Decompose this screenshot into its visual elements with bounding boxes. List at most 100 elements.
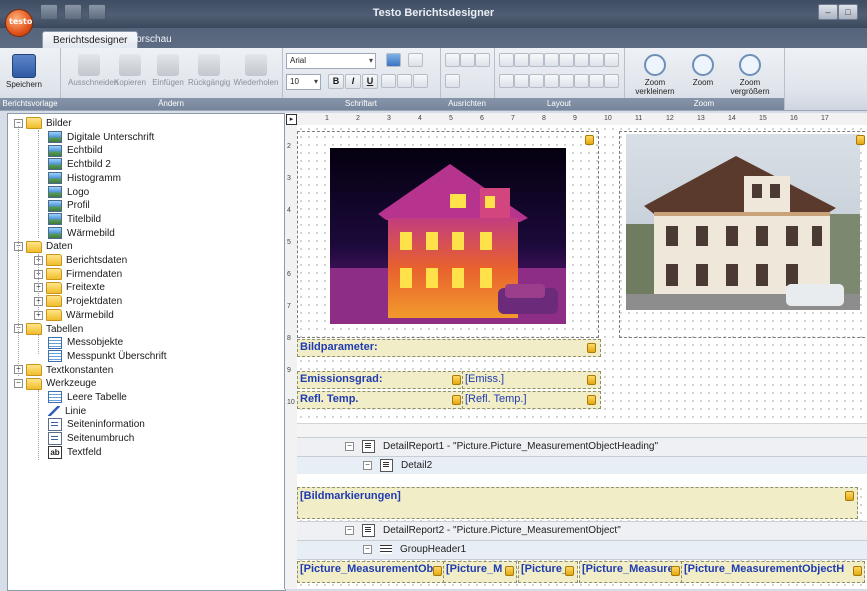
layout-icon-10[interactable]	[514, 74, 529, 88]
align-top-icon[interactable]	[445, 53, 460, 67]
layout-icon-11[interactable]	[529, 74, 544, 88]
tree-item-histogramm[interactable]: Histogramm	[34, 172, 121, 186]
layout-icon-13[interactable]	[559, 74, 574, 88]
tree-item-wärmebild[interactable]: + Wärmebild	[34, 309, 114, 323]
tree-item-textfeld[interactable]: ab Textfeld	[34, 445, 101, 460]
align-middle-icon[interactable]	[460, 53, 475, 67]
anchor-tag-icon[interactable]	[585, 135, 594, 145]
font-family-select[interactable]: Arial	[286, 53, 376, 69]
tab-vorschau[interactable]: Vorschau	[120, 31, 182, 48]
layout-icon-9[interactable]	[499, 74, 514, 88]
align-bottom-icon[interactable]	[475, 53, 490, 67]
bildmarkierungen-field[interactable]: [Bildmarkierungen]	[297, 487, 858, 519]
undo-button[interactable]: Rückgängig	[188, 54, 230, 87]
tree-item-firmendaten[interactable]: + Firmendaten	[34, 268, 122, 282]
anchor-tag-icon[interactable]	[587, 395, 596, 405]
tree-item-echtbild-2[interactable]: Echtbild 2	[34, 158, 111, 172]
ruler-toggle-button[interactable]: ▸	[286, 114, 297, 125]
cut-button[interactable]: Ausschneiden	[68, 54, 118, 87]
layout-icon-12[interactable]	[544, 74, 559, 88]
save-button[interactable]: Speichern	[4, 54, 44, 89]
detail-report2-band[interactable]: − DetailReport2 - "Picture.Picture_Measur…	[297, 521, 867, 541]
tree-item-projektdaten[interactable]: + Projektdaten	[34, 295, 122, 309]
layout-icon-6[interactable]	[574, 53, 589, 67]
justify-icon[interactable]	[445, 74, 460, 88]
app-menu-button[interactable]: testo	[5, 9, 33, 37]
tree-item-daten[interactable]: − Daten	[14, 240, 73, 254]
tree-item-echtbild[interactable]: Echtbild	[34, 144, 103, 158]
anchor-tag-icon[interactable]	[671, 566, 680, 576]
table-cell[interactable]: [Picture_Measure	[579, 561, 683, 583]
tree-item-berichtsdaten[interactable]: + Berichtsdaten	[34, 254, 127, 268]
detail-report1-band[interactable]: − DetailReport1 - "Picture.Picture_Measur…	[297, 437, 867, 457]
anchor-tag-icon[interactable]	[587, 375, 596, 385]
layout-icon-1[interactable]	[499, 53, 514, 67]
layout-icon-3[interactable]	[529, 53, 544, 67]
anchor-tag-icon[interactable]	[856, 135, 865, 145]
paste-button[interactable]: Einfügen	[150, 54, 186, 87]
align-left-icon[interactable]	[381, 74, 396, 88]
font-color-icon[interactable]	[408, 53, 423, 67]
anchor-tag-icon[interactable]	[505, 566, 514, 576]
layout-icon-15[interactable]	[589, 74, 604, 88]
zoom-button[interactable]: Zoom	[690, 54, 716, 87]
detail2-band[interactable]: − Detail2	[297, 456, 867, 476]
refl-temp-label[interactable]: Refl. Temp.	[297, 391, 466, 409]
tree-item-tabellen[interactable]: − Tabellen	[14, 322, 83, 337]
emissionsgrad-label[interactable]: Emissionsgrad:	[297, 371, 466, 389]
maximize-button[interactable]: □	[838, 4, 858, 20]
collapse-icon[interactable]: −	[345, 441, 354, 451]
redo-button[interactable]: Wiederholen	[232, 54, 280, 87]
anchor-tag-icon[interactable]	[452, 395, 461, 405]
layout-icon-8[interactable]	[604, 53, 619, 67]
italic-button[interactable]: I	[345, 74, 361, 89]
layout-icon-4[interactable]	[544, 53, 559, 67]
underline-button[interactable]: U	[362, 74, 378, 89]
align-center-icon[interactable]	[397, 74, 412, 88]
anchor-tag-icon[interactable]	[845, 491, 854, 501]
collapse-icon[interactable]: −	[363, 544, 372, 554]
zoom-out-button[interactable]: Zoom verkleinern	[628, 54, 682, 96]
table-cell[interactable]: [Picture_MeasurementOb	[297, 561, 445, 583]
tree-item-profil[interactable]: Profil	[34, 199, 90, 213]
minimize-button[interactable]: –	[818, 4, 838, 20]
layout-icon-2[interactable]	[514, 53, 529, 67]
font-size-select[interactable]: 10	[286, 74, 321, 90]
layout-icon-5[interactable]	[559, 53, 574, 67]
tree-item-freitexte[interactable]: + Freitexte	[34, 281, 105, 295]
layout-icon-16[interactable]	[604, 74, 619, 88]
real-image-frame[interactable]	[619, 131, 867, 338]
tree-item-seiteninformation[interactable]: Seiteninformation	[34, 418, 145, 432]
bildparameter-label[interactable]: Bildparameter:	[297, 339, 601, 357]
layout-icon-7[interactable]	[589, 53, 604, 67]
anchor-tag-icon[interactable]	[433, 566, 442, 576]
collapse-icon[interactable]: −	[363, 460, 372, 470]
align-right-icon[interactable]	[413, 74, 428, 88]
highlight-color-icon[interactable]	[386, 53, 401, 67]
collapse-icon[interactable]: −	[14, 379, 23, 389]
bold-button[interactable]: B	[328, 74, 344, 89]
tree-item-textkonstanten[interactable]: + Textkonstanten	[14, 363, 113, 378]
anchor-tag-icon[interactable]	[853, 566, 862, 576]
tree-item-wärmebild[interactable]: Wärmebild	[34, 226, 115, 241]
table-cell[interactable]: [Picture_MeasurementObjectH	[681, 561, 865, 583]
tree-item-digitale-unterschrift[interactable]: Digitale Unterschrift	[34, 131, 154, 145]
collapse-icon[interactable]: −	[345, 525, 354, 535]
zoom-in-button[interactable]: Zoom vergrößern	[720, 54, 780, 96]
emiss-value-field[interactable]: [Emiss.]	[462, 371, 601, 389]
tree-item-werkzeuge[interactable]: − Werkzeuge	[14, 377, 96, 391]
tree-item-bilder[interactable]: − Bilder	[14, 117, 72, 131]
tree-item-linie[interactable]: Linie	[34, 405, 86, 419]
anchor-tag-icon[interactable]	[565, 566, 574, 576]
anchor-tag-icon[interactable]	[452, 375, 461, 385]
tree-item-logo[interactable]: Logo	[34, 185, 89, 200]
group-header1-band[interactable]: − GroupHeader1	[297, 540, 867, 560]
tree-item-titelbild[interactable]: Titelbild	[34, 213, 101, 227]
copy-button[interactable]: Kopieren	[112, 54, 148, 87]
layout-icon-14[interactable]	[574, 74, 589, 88]
thermal-image-frame[interactable]	[297, 131, 599, 338]
tree-item-messobjekte[interactable]: Messobjekte	[34, 336, 123, 350]
tree-item-leere-tabelle[interactable]: Leere Tabelle	[34, 391, 127, 405]
tree-item-seitenumbruch[interactable]: Seitenumbruch	[34, 432, 134, 446]
refl-temp-value-field[interactable]: [Refl. Temp.]	[462, 391, 601, 409]
